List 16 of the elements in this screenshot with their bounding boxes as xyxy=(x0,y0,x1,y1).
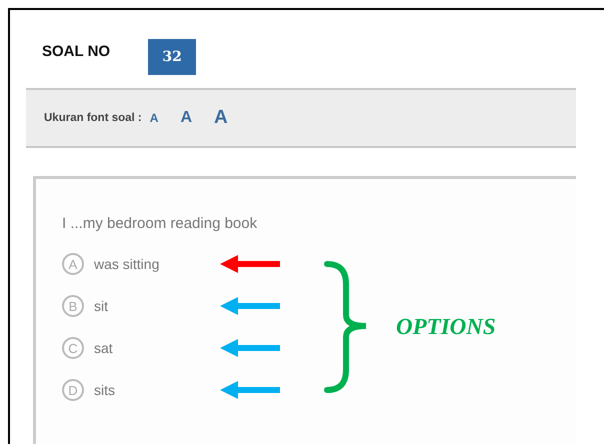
option-text: sat xyxy=(94,340,114,356)
question-number-label: SOAL NO xyxy=(42,42,110,60)
font-size-label: Ukuran font soal : xyxy=(44,112,142,124)
question-number: 32 xyxy=(148,39,196,75)
option-text: sits xyxy=(94,382,116,398)
option-letter-button[interactable]: D xyxy=(62,379,84,401)
option-text: sit xyxy=(94,298,109,314)
option-text: was sitting xyxy=(94,256,160,272)
options-annotation: OPTIONS xyxy=(396,314,496,340)
question-text: I ...my bedroom reading book xyxy=(62,215,258,232)
font-size-button[interactable]: A xyxy=(150,111,158,125)
option-letter-button[interactable]: B xyxy=(62,295,84,317)
font-size-button[interactable]: A xyxy=(214,107,228,129)
option-letter-button[interactable]: C xyxy=(62,337,84,359)
option-letter-button[interactable]: A xyxy=(62,253,84,275)
font-size-button[interactable]: A xyxy=(180,109,192,127)
